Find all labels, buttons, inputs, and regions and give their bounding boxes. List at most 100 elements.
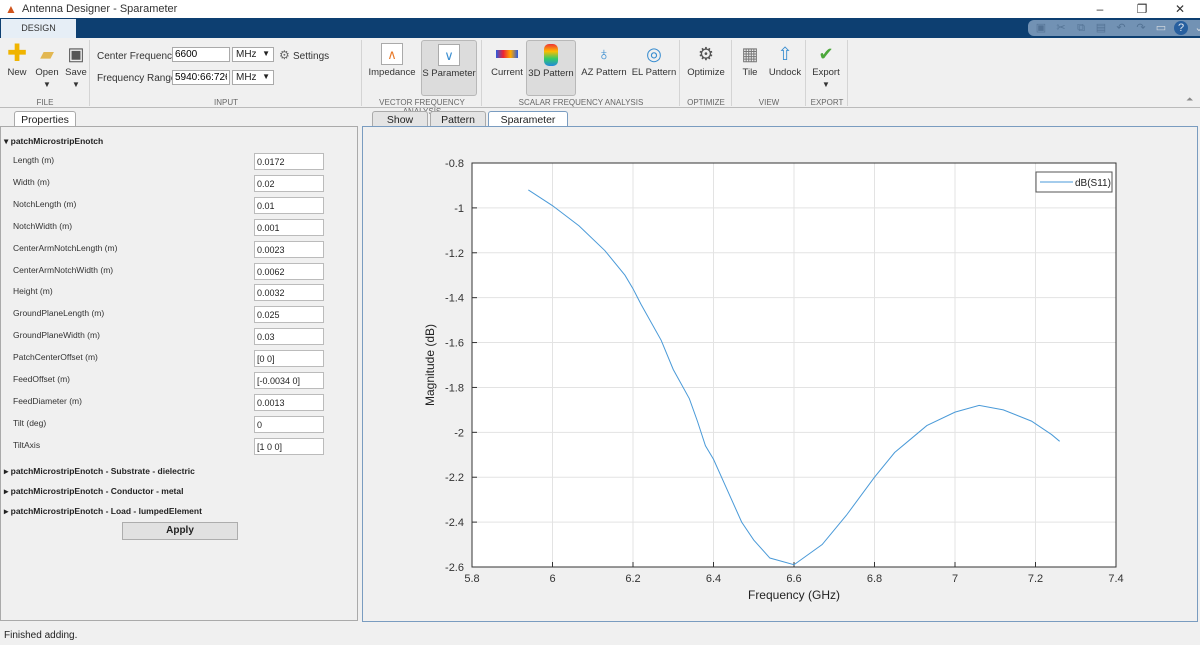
y-tick-label: -1.2 <box>445 248 464 260</box>
y-tick-label: -1.8 <box>445 382 464 394</box>
x-tick-label: 6 <box>549 573 555 585</box>
undock-button[interactable]: ⇧ Undock <box>766 40 804 96</box>
current-icon <box>496 50 518 58</box>
section-load[interactable]: ▸ patchMicrostripEnotch - Load - lumpedE… <box>4 506 202 517</box>
x-tick-label: 6.6 <box>786 573 801 585</box>
optimize-button[interactable]: ⚙ Optimize <box>683 40 729 96</box>
property-label: GroundPlaneWidth (m) <box>13 330 100 341</box>
property-value-input[interactable]: 0.001 <box>254 218 324 236</box>
dropdown-arrow-icon: ▼ <box>822 80 830 89</box>
frequency-range-input[interactable] <box>172 70 230 85</box>
status-bar-text: Finished adding. <box>4 630 78 641</box>
folder-icon: ▰ <box>40 44 54 64</box>
minimize-ribbon-icon[interactable]: ⌄ <box>1192 21 1200 35</box>
restore-button[interactable]: ❐ <box>1122 0 1162 18</box>
window-title: Antenna Designer - Sparameter <box>22 3 178 15</box>
impedance-button[interactable]: ∧ Impedance <box>366 40 418 96</box>
sparameter-chart: 5.8 6 6.2 6.4 6.6 6.8 7 7.2 7.4 -0.8 -1 -1.2 -1.4 -1.… <box>423 158 1124 602</box>
property-label: Width (m) <box>13 176 50 187</box>
legend-label: dB(S11) <box>1075 178 1111 189</box>
y-tick-label: -2.2 <box>445 472 464 484</box>
save-icon: ▣ <box>67 44 85 64</box>
settings-button[interactable]: Settings <box>293 51 329 62</box>
y-tick-label: -1.6 <box>445 338 464 350</box>
open-button[interactable]: ▰ Open ▼ <box>33 40 61 96</box>
paste-icon[interactable]: ▤ <box>1094 21 1108 35</box>
property-label: Tilt (deg) <box>13 417 47 428</box>
sparameter-plot-icon: ∨ <box>438 44 460 66</box>
property-label: PatchCenterOffset (m) <box>13 352 98 363</box>
help-icon[interactable]: ? <box>1174 21 1188 35</box>
property-value-input[interactable]: 0.0013 <box>254 393 324 411</box>
tab-properties[interactable]: Properties <box>14 111 76 127</box>
checkmark-icon: ✔ <box>818 44 834 64</box>
collapse-ribbon-icon[interactable]: ⏶ <box>1186 94 1193 105</box>
export-button[interactable]: ✔ Export ▼ <box>808 40 844 96</box>
undo-icon[interactable]: ↶ <box>1114 21 1128 35</box>
y-tick-label: -1.4 <box>445 293 464 305</box>
property-value-input[interactable]: 0.0062 <box>254 262 324 280</box>
property-value-input[interactable]: 0.0023 <box>254 240 324 258</box>
property-label: NotchWidth (m) <box>13 220 73 231</box>
property-value-input[interactable]: 0.025 <box>254 306 324 324</box>
group-label-scalar: SCALAR FREQUENCY ANALYSIS <box>518 98 644 107</box>
center-frequency-unit-select[interactable]: MHz ▼ <box>232 47 274 62</box>
current-button[interactable]: Current <box>488 40 526 96</box>
el-pattern-icon: ◎ <box>646 44 662 64</box>
sparameter-button[interactable]: ∨ S Parameter <box>421 40 477 96</box>
x-tick-label: 7.2 <box>1028 573 1043 585</box>
tab-design[interactable]: DESIGN <box>1 19 76 38</box>
az-pattern-icon: ♁ <box>597 44 611 64</box>
section-conductor[interactable]: ▸ patchMicrostripEnotch - Conductor - me… <box>4 486 183 497</box>
el-pattern-button[interactable]: ◎ EL Pattern <box>630 40 678 96</box>
cut-icon[interactable]: ✂ <box>1054 21 1068 35</box>
property-value-input[interactable]: 0 <box>254 415 324 433</box>
property-value-input[interactable]: 0.0032 <box>254 284 324 302</box>
tile-button[interactable]: ▦ Tile <box>736 40 764 96</box>
az-pattern-button[interactable]: ♁ AZ Pattern <box>579 40 629 96</box>
x-tick-label: 7 <box>952 573 958 585</box>
property-label: Height (m) <box>13 286 53 297</box>
apply-button[interactable]: Apply <box>122 522 238 540</box>
property-value-input[interactable]: [0 0] <box>254 350 324 368</box>
center-frequency-input[interactable] <box>172 47 230 62</box>
x-tick-label: 5.8 <box>464 573 479 585</box>
section-substrate[interactable]: ▸ patchMicrostripEnotch - Substrate - di… <box>4 466 195 477</box>
close-button[interactable]: ✕ <box>1160 0 1200 18</box>
tab-sparameter[interactable]: Sparameter <box>488 111 568 127</box>
property-label: CenterArmNotchLength (m) <box>13 242 118 253</box>
save-icon[interactable]: ▣ <box>1034 21 1048 35</box>
minimize-button[interactable]: – <box>1080 0 1120 18</box>
dropdown-arrow-icon: ▼ <box>72 80 80 89</box>
new-button[interactable]: ✚ New <box>4 40 30 96</box>
y-tick-label: -0.8 <box>445 158 464 170</box>
y-tick-label: -2 <box>454 427 464 439</box>
property-value-input[interactable]: [1 0 0] <box>254 437 324 455</box>
title-bar: ▲ Antenna Designer - Sparameter – ❐ ✕ <box>0 0 1200 18</box>
3d-pattern-icon <box>544 44 558 66</box>
frequency-range-unit-select[interactable]: MHz ▼ <box>232 70 274 85</box>
frequency-range-label: Frequency Range <box>97 73 177 84</box>
undock-arrow-icon: ⇧ <box>777 44 793 64</box>
figure-panel: 5.8 6 6.2 6.4 6.6 6.8 7 7.2 7.4 -0.8 -1 -1.2 -1.4 -1.… <box>362 126 1198 622</box>
optimize-icon: ⚙ <box>697 44 715 64</box>
property-value-input[interactable]: 0.03 <box>254 328 324 346</box>
y-axis-label: Magnitude (dB) <box>423 324 437 406</box>
x-axis-label: Frequency (GHz) <box>748 588 840 602</box>
tab-show[interactable]: Show <box>372 111 428 127</box>
y-tick-label: -1 <box>454 203 464 215</box>
3d-pattern-button[interactable]: 3D Pattern <box>526 40 576 96</box>
save-button[interactable]: ▣ Save ▼ <box>63 40 89 96</box>
center-frequency-label: Center Frequency <box>97 51 178 62</box>
redo-icon[interactable]: ↷ <box>1134 21 1148 35</box>
property-value-input[interactable]: 0.0172 <box>254 153 324 170</box>
layout-icon[interactable]: ▭ <box>1154 21 1168 35</box>
section-header[interactable]: ▾ patchMicrostripEnotch <box>4 136 103 147</box>
property-value-input[interactable]: [-0.0034 0] <box>254 372 324 389</box>
copy-icon[interactable]: ⧉ <box>1074 21 1088 35</box>
tab-pattern[interactable]: Pattern <box>430 111 486 127</box>
property-label: FeedDiameter (m) <box>13 395 82 406</box>
property-value-input[interactable]: 0.02 <box>254 174 324 192</box>
property-value-input[interactable]: 0.01 <box>254 196 324 214</box>
property-label: NotchLength (m) <box>13 198 77 209</box>
